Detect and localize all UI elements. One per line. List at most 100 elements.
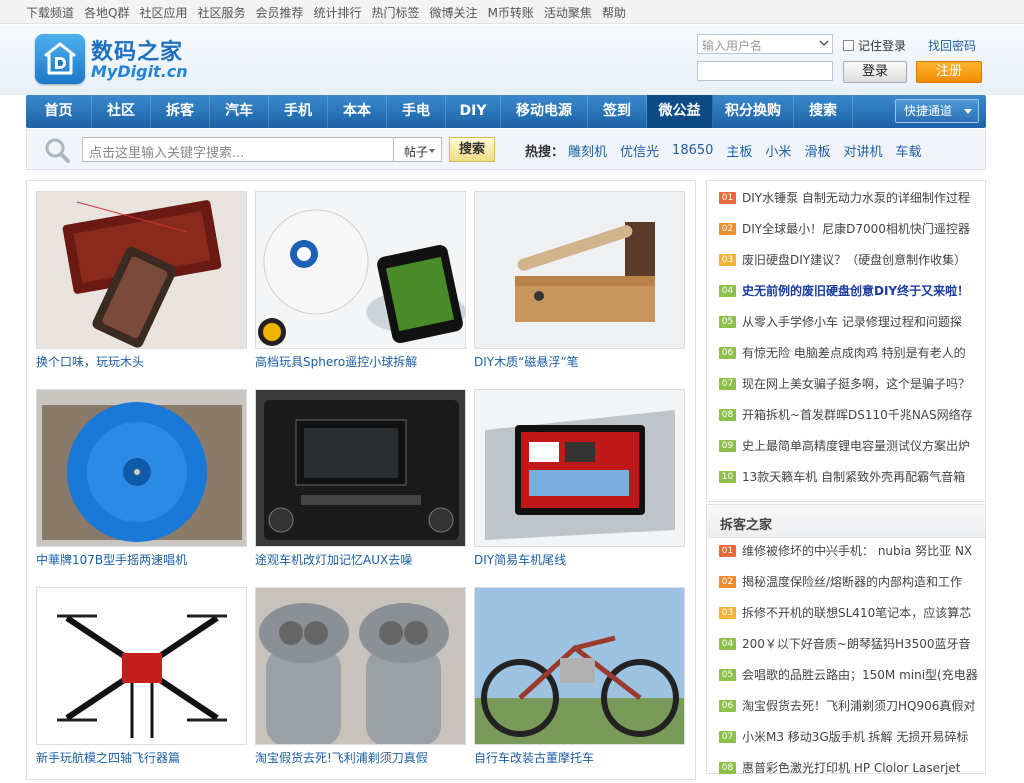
search-scope-select[interactable]: 帖子 — [394, 137, 442, 162]
list-item[interactable]: 04 史无前例的废旧硬盘创意DIY终于又来啦！ — [719, 275, 977, 306]
hot-keyword-link[interactable]: 滑板 — [804, 141, 830, 160]
list-item-title[interactable]: 从零入手学修小车 记录修理过程和问题探 — [742, 313, 962, 330]
car-head-unit-image[interactable] — [474, 389, 685, 547]
list-item-title[interactable]: 废旧硬盘DIY建议？（硬盘创意制作收集） — [742, 251, 966, 268]
top-link[interactable]: 统计排行 — [314, 4, 362, 21]
list-item[interactable]: 01 DIY水锤泵 自制无动力水泵的详细制作过程 — [719, 182, 977, 213]
list-item-title[interactable]: 小米M3 移动3G版手机 拆解 无损开易碎标 — [742, 728, 968, 745]
remember-checkbox[interactable] — [843, 40, 854, 51]
list-item-title[interactable]: DIY水锤泵 自制无动力水泵的详细制作过程 — [742, 189, 970, 206]
list-item-title[interactable]: 史无前例的废旧硬盘创意DIY终于又来啦！ — [742, 282, 969, 299]
car-radio-image[interactable] — [255, 389, 466, 547]
register-button[interactable]: 注册 — [916, 61, 982, 83]
nav-item[interactable]: 社区 — [92, 95, 151, 128]
list-item-title[interactable]: 有惊无险 电脑差点成肉鸡 特别是有老人的 — [742, 344, 966, 361]
list-item[interactable]: 02 揭秘温度保险丝/熔断器的内部构造和工作 — [719, 566, 977, 597]
gallery-caption[interactable]: 换个口味，玩玩木头 — [36, 353, 256, 370]
list-item-title[interactable]: 开箱拆机~首发群晖DS110千兆NAS网络存 — [742, 406, 973, 423]
hot-keyword-link[interactable]: 主板 — [726, 141, 752, 160]
list-item[interactable]: 03 拆修不开机的联想SL410笔记本，应该算芯 — [719, 597, 977, 628]
remember-label: 记住登录 — [858, 39, 907, 53]
top-link[interactable]: 各地Q群 — [84, 4, 129, 21]
hot-keyword-link[interactable]: 车载 — [895, 141, 921, 160]
gallery-caption[interactable]: 中華牌107B型手摇两速唱机 — [36, 551, 256, 568]
gallery-caption[interactable]: 途观车机改灯加记忆AUX去噪 — [255, 551, 475, 568]
gallery-caption[interactable]: 新手玩航模之四轴飞行器篇 — [36, 749, 256, 766]
top-link[interactable]: 社区应用 — [139, 4, 187, 21]
search-button[interactable]: 搜索 — [449, 137, 495, 162]
top-link[interactable]: M币转账 — [488, 4, 534, 21]
nav-item[interactable]: 移动电源 — [501, 95, 588, 128]
gallery-caption[interactable]: DIY简易车机尾线 — [474, 551, 694, 568]
list-item-title[interactable]: 维修被修坏的中兴手机： nubia 努比亚 NX — [742, 542, 972, 559]
gallery-caption[interactable]: 自行车改装古董摩托车 — [474, 749, 694, 766]
list-item[interactable]: 07 小米M3 移动3G版手机 拆解 无损开易碎标 — [719, 721, 977, 752]
quadcopter-image[interactable] — [36, 587, 247, 745]
list-item[interactable]: 09 史上最简单高精度锂电容量测试仪方案出炉 — [719, 430, 977, 461]
gallery-caption[interactable]: 高档玩具Sphero遥控小球拆解 — [255, 353, 475, 370]
username-input[interactable]: 输入用户名 — [697, 34, 833, 54]
main-navigation: 首页 社区 拆客 汽车 手机 本本 手电 DIY 移动电源 签到 微公益 积分换购 搜索 快捷通道 — [26, 95, 986, 128]
list-item-title[interactable]: DIY全球最小！尼康D7000相机快门遥控器 — [742, 220, 970, 237]
gallery-caption[interactable]: 淘宝假货去死!飞利浦剃须刀真假 — [255, 749, 475, 766]
top-link[interactable]: 热门标签 — [372, 4, 420, 21]
list-item[interactable]: 04 200￥以下好音质~朗琴猛犸H3500蓝牙音 — [719, 628, 977, 659]
list-item[interactable]: 07 现在网上美女骗子挺多啊，这个是骗子吗？ — [719, 368, 977, 399]
password-input[interactable] — [697, 61, 833, 81]
hot-keyword-link[interactable]: 优信光 — [620, 141, 659, 160]
rank-number-badge: 01 — [719, 544, 736, 557]
nav-item[interactable]: 首页 — [26, 95, 92, 128]
list-item[interactable]: 06 有惊无险 电脑差点成肉鸡 特别是有老人的 — [719, 337, 977, 368]
list-item-title[interactable]: 现在网上美女骗子挺多啊，这个是骗子吗？ — [742, 375, 970, 392]
top-link[interactable]: 社区服务 — [197, 4, 245, 21]
top-link[interactable]: 下载频道 — [26, 4, 74, 21]
list-item-title[interactable]: 淘宝假货去死！飞利浦剃须刀HQ906真假对 — [742, 697, 975, 714]
shaver-image[interactable] — [255, 587, 466, 745]
hot-keyword-link[interactable]: 对讲机 — [843, 141, 882, 160]
sphero-ball-image[interactable] — [255, 191, 466, 349]
search-input[interactable]: 点击这里输入关键字搜索... — [82, 137, 394, 162]
list-item-title[interactable]: 13款天籁车机 自制紧致外壳再配霸气音箱 — [742, 468, 965, 485]
nav-item[interactable]: 汽车 — [210, 95, 269, 128]
list-item-title[interactable]: 会唱歌的品胜云路由；150M mini型(充电器 — [742, 666, 977, 683]
list-item[interactable]: 05 会唱歌的品胜云路由；150M mini型(充电器 — [719, 659, 977, 690]
rank-number-badge: 08 — [719, 408, 736, 421]
wood-pendant-image[interactable] — [36, 191, 247, 349]
nav-item[interactable]: 微公益 — [647, 95, 713, 128]
list-item[interactable]: 05 从零入手学修小车 记录修理过程和问题探 — [719, 306, 977, 337]
nav-item[interactable]: DIY — [446, 95, 501, 128]
nav-item[interactable]: 搜索 — [794, 95, 853, 128]
top-link[interactable]: 微博关注 — [430, 4, 478, 21]
list-item-title[interactable]: 史上最简单高精度锂电容量测试仪方案出炉 — [742, 437, 970, 454]
nav-item[interactable]: 手机 — [269, 95, 328, 128]
wooden-pen-image[interactable] — [474, 191, 685, 349]
quick-access-dropdown[interactable]: 快捷通道 — [895, 99, 979, 123]
nav-item[interactable]: 本本 — [328, 95, 387, 128]
top-link[interactable]: 活动聚焦 — [544, 4, 592, 21]
find-password-link[interactable]: 找回密码 — [928, 37, 976, 54]
motorbike-image[interactable] — [474, 587, 685, 745]
gallery-caption[interactable]: DIY木质“磁悬浮”笔 — [474, 353, 694, 370]
hot-keyword-link[interactable]: 小米 — [765, 141, 791, 160]
top-link[interactable]: 帮助 — [602, 4, 626, 21]
list-item-title[interactable]: 揭秘温度保险丝/熔断器的内部构造和工作 — [742, 573, 962, 590]
list-item[interactable]: 10 13款天籁车机 自制紧致外壳再配霸气音箱 — [719, 461, 977, 492]
nav-item[interactable]: 积分换购 — [713, 95, 794, 128]
hot-keyword-link[interactable]: 雕刻机 — [568, 141, 607, 160]
list-item-title[interactable]: 200￥以下好音质~朗琴猛犸H3500蓝牙音 — [742, 635, 971, 652]
list-item[interactable]: 08 开箱拆机~首发群晖DS110千兆NAS网络存 — [719, 399, 977, 430]
list-item[interactable]: 06 淘宝假货去死！飞利浦剃须刀HQ906真假对 — [719, 690, 977, 721]
site-logo[interactable] — [35, 34, 85, 84]
list-item[interactable]: 03 废旧硬盘DIY建议？（硬盘创意制作收集） — [719, 244, 977, 275]
nav-item[interactable]: 手电 — [387, 95, 446, 128]
list-item[interactable]: 01 维修被修坏的中兴手机： nubia 努比亚 NX — [719, 535, 977, 566]
hot-keyword-link[interactable]: 18650 — [672, 143, 713, 158]
list-item[interactable]: 02 DIY全球最小！尼康D7000相机快门遥控器 — [719, 213, 977, 244]
turntable-image[interactable] — [36, 389, 247, 547]
login-button[interactable]: 登录 — [843, 61, 907, 83]
remember-login[interactable]: 记住登录 — [843, 37, 906, 54]
nav-item[interactable]: 签到 — [588, 95, 647, 128]
top-link[interactable]: 会员推荐 — [256, 4, 304, 21]
nav-item[interactable]: 拆客 — [151, 95, 210, 128]
list-item-title[interactable]: 拆修不开机的联想SL410笔记本，应该算芯 — [742, 604, 971, 621]
